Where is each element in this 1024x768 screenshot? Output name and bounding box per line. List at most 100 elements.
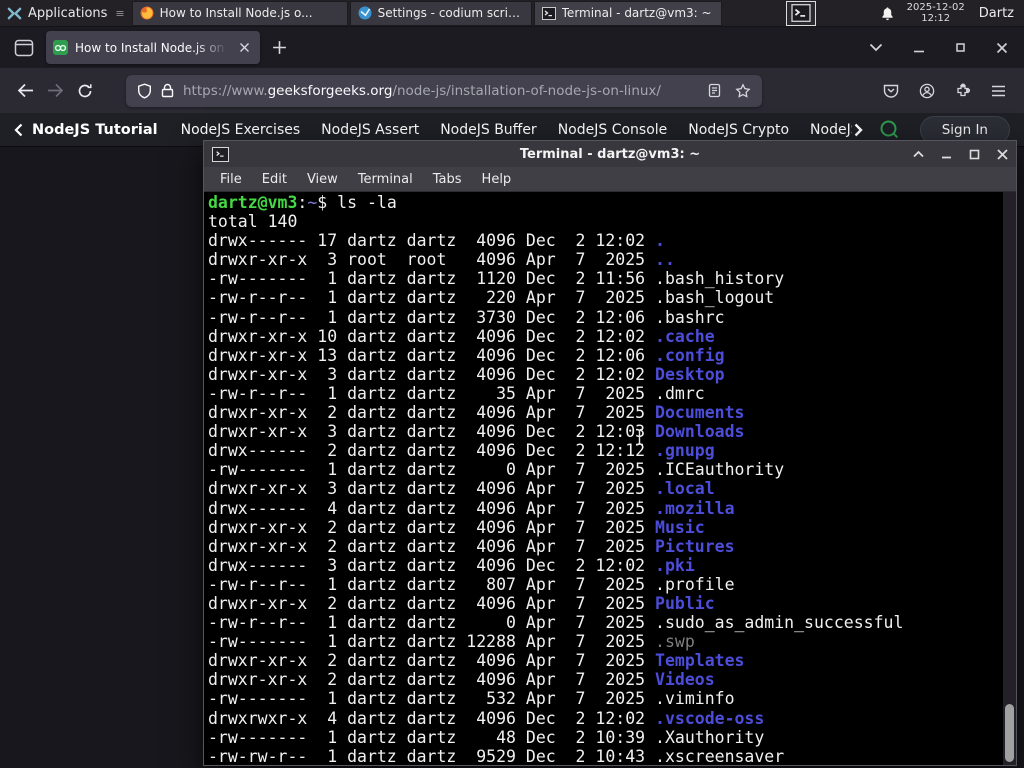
file-name: .bash_logout (655, 288, 775, 308)
terminal-listing-line: drwxr-xr-x 2 dartz dartz 4096 Apr 7 2025… (208, 536, 735, 556)
file-name: Music (655, 517, 705, 537)
close-window-button[interactable] (997, 148, 1008, 160)
account-icon[interactable] (919, 83, 935, 99)
chevron-right-icon[interactable] (854, 123, 863, 137)
terminal-menu-file[interactable]: File (210, 172, 252, 187)
taskbar-button-firefox[interactable]: How to Install Node.js o... (131, 0, 348, 26)
applications-label: Applications (28, 5, 108, 21)
file-name: .viminfo (655, 689, 735, 709)
panel-user-label[interactable]: Dartz (979, 6, 1014, 21)
url-bar[interactable]: https://www.geeksforgeeks.org/node-js/in… (126, 74, 762, 107)
terminal-window: Terminal - dartz@vm3: ~ File Edit View Term… (203, 140, 1017, 766)
tab-list-chevron-icon[interactable] (869, 43, 883, 52)
bookmark-star-icon[interactable] (735, 82, 751, 99)
terminal-listing-line: drwx------ 2 dartz dartz 4096 Dec 2 12:1… (208, 441, 715, 461)
terminal-menubar: File Edit View Terminal Tabs Help (204, 167, 1016, 192)
terminal-listing-line: drwxr-xr-x 2 dartz dartz 4096 Apr 7 2025… (208, 593, 715, 613)
taskbar-button-label: How to Install Node.js o... (159, 6, 313, 20)
file-name: .xscreensaver (655, 746, 785, 765)
file-name: .swp (655, 632, 695, 652)
terminal-listing-line: -rw-r--r-- 1 dartz dartz 35 Apr 7 2025 .… (208, 383, 705, 403)
terminal-icon (541, 6, 556, 20)
window-close-button[interactable] (996, 42, 1008, 54)
terminal-screen[interactable]: dartz@vm3:~$ ls -la total 140 drwx------… (204, 192, 1016, 765)
nav-item[interactable]: NodeJS Buffer (440, 122, 537, 138)
terminal-listing-line: drwx------ 3 dartz dartz 4096 Dec 2 12:0… (208, 555, 695, 575)
nav-back-tutorial[interactable]: NodeJS Tutorial (14, 122, 158, 138)
prompt-command: $ ls -la (317, 193, 397, 212)
firefox-view-icon[interactable] (14, 39, 34, 57)
file-name: Pictures (655, 536, 735, 556)
file-name: .Xauthority (655, 727, 765, 747)
file-name: .local (655, 479, 715, 499)
padlock-icon[interactable] (161, 83, 174, 98)
taskbar-button-terminal[interactable]: Terminal - dartz@vm3: ~ (533, 0, 722, 26)
window-maximize-button[interactable] (955, 42, 966, 53)
nav-item[interactable]: NodeJS Crypto (688, 122, 789, 138)
terminal-scrollbar[interactable] (1003, 192, 1016, 765)
file-name: .dmrc (655, 383, 705, 403)
terminal-menu-terminal[interactable]: Terminal (348, 172, 423, 187)
terminal-listing-line: drwx------ 17 dartz dartz 4096 Dec 2 12:… (208, 231, 665, 251)
terminal-titlebar[interactable]: Terminal - dartz@vm3: ~ (204, 141, 1016, 167)
file-name: .cache (655, 326, 715, 346)
terminal-listing-line: drwxr-xr-x 3 dartz dartz 4096 Dec 2 12:0… (208, 364, 725, 384)
reader-mode-icon[interactable] (708, 83, 721, 98)
file-name: Public (655, 593, 715, 613)
nav-item[interactable]: NodeJS Assert (321, 122, 419, 138)
back-button[interactable] (10, 76, 40, 106)
terminal-listing-line: drwxr-xr-x 3 dartz dartz 4096 Dec 2 12:0… (208, 422, 745, 442)
minimize-window-button[interactable] (941, 149, 952, 159)
system-tray: 2025-12-02 12:12 Dartz (785, 0, 1024, 26)
file-name: .ICEauthority (655, 460, 785, 480)
chevron-left-icon (14, 123, 23, 137)
pocket-icon[interactable] (883, 83, 899, 98)
shade-window-button[interactable] (913, 150, 924, 158)
taskbar-button-codium[interactable]: Settings - codium script... (349, 0, 532, 26)
tab-title: How to Install Node.js on (75, 40, 225, 55)
terminal-listing-line: -rw-r--r-- 1 dartz dartz 220 Apr 7 2025 … (208, 288, 775, 308)
tray-terminal-icon[interactable] (785, 0, 816, 26)
terminal-menu-help[interactable]: Help (472, 172, 522, 187)
nav-item[interactable]: NodeJS Exercises (181, 122, 301, 138)
terminal-menu-edit[interactable]: Edit (252, 172, 297, 187)
file-name: .config (655, 345, 725, 365)
url-text: https://www.geeksforgeeks.org/node-js/in… (183, 83, 699, 99)
nav-back-label: NodeJS Tutorial (32, 121, 158, 138)
terminal-menu-view[interactable]: View (297, 172, 348, 187)
terminal-listing-line: drwxr-xr-x 13 dartz dartz 4096 Dec 2 12:… (208, 345, 725, 365)
notification-bell-icon[interactable] (880, 6, 895, 21)
maximize-window-button[interactable] (969, 149, 980, 160)
hamburger-menu-icon[interactable] (991, 85, 1006, 97)
file-name: Documents (655, 403, 745, 423)
new-tab-button[interactable] (272, 40, 287, 55)
browser-tab[interactable]: How to Install Node.js on (46, 31, 260, 64)
terminal-menu-tabs[interactable]: Tabs (423, 172, 472, 187)
terminal-listing-line: -rw-r--r-- 1 dartz dartz 807 Apr 7 2025 … (208, 574, 735, 594)
forward-button[interactable] (40, 76, 70, 106)
file-name: .bash_history (655, 269, 785, 289)
nav-item[interactable]: NodeJS Console (558, 122, 668, 138)
geeksforgeeks-favicon (53, 40, 68, 55)
terminal-listing-line: -rw------- 1 dartz dartz 532 Apr 7 2025 … (208, 689, 735, 709)
url-scheme: https://www. (183, 82, 268, 99)
terminal-window-title: Terminal - dartz@vm3: ~ (519, 146, 701, 162)
file-name: .pki (655, 555, 695, 575)
terminal-listing-line: -rw-r--r-- 1 dartz dartz 0 Apr 7 2025 .s… (208, 613, 904, 633)
panel-clock[interactable]: 2025-12-02 12:12 (907, 2, 965, 24)
file-name: .mozilla (655, 498, 735, 518)
tracking-shield-icon[interactable] (137, 82, 152, 99)
reload-button[interactable] (70, 76, 100, 106)
firefox-icon (140, 6, 154, 20)
nav-item[interactable]: NodeJS DNS (810, 122, 852, 138)
applications-menu-button[interactable]: Applications ≡ (0, 0, 131, 26)
file-name: .bashrc (655, 307, 725, 327)
extensions-puzzle-icon[interactable] (955, 82, 971, 99)
tab-close-icon[interactable] (235, 39, 253, 57)
terminal-listing-line: drwxr-xr-x 3 root root 4096 Apr 7 2025 .… (208, 250, 675, 270)
search-icon[interactable] (879, 119, 900, 140)
clock-time: 12:12 (921, 13, 951, 24)
scrollbar-thumb[interactable] (1005, 704, 1014, 762)
window-minimize-button[interactable] (913, 42, 925, 54)
terminal-listing-line: drwxr-xr-x 2 dartz dartz 4096 Apr 7 2025… (208, 670, 715, 690)
